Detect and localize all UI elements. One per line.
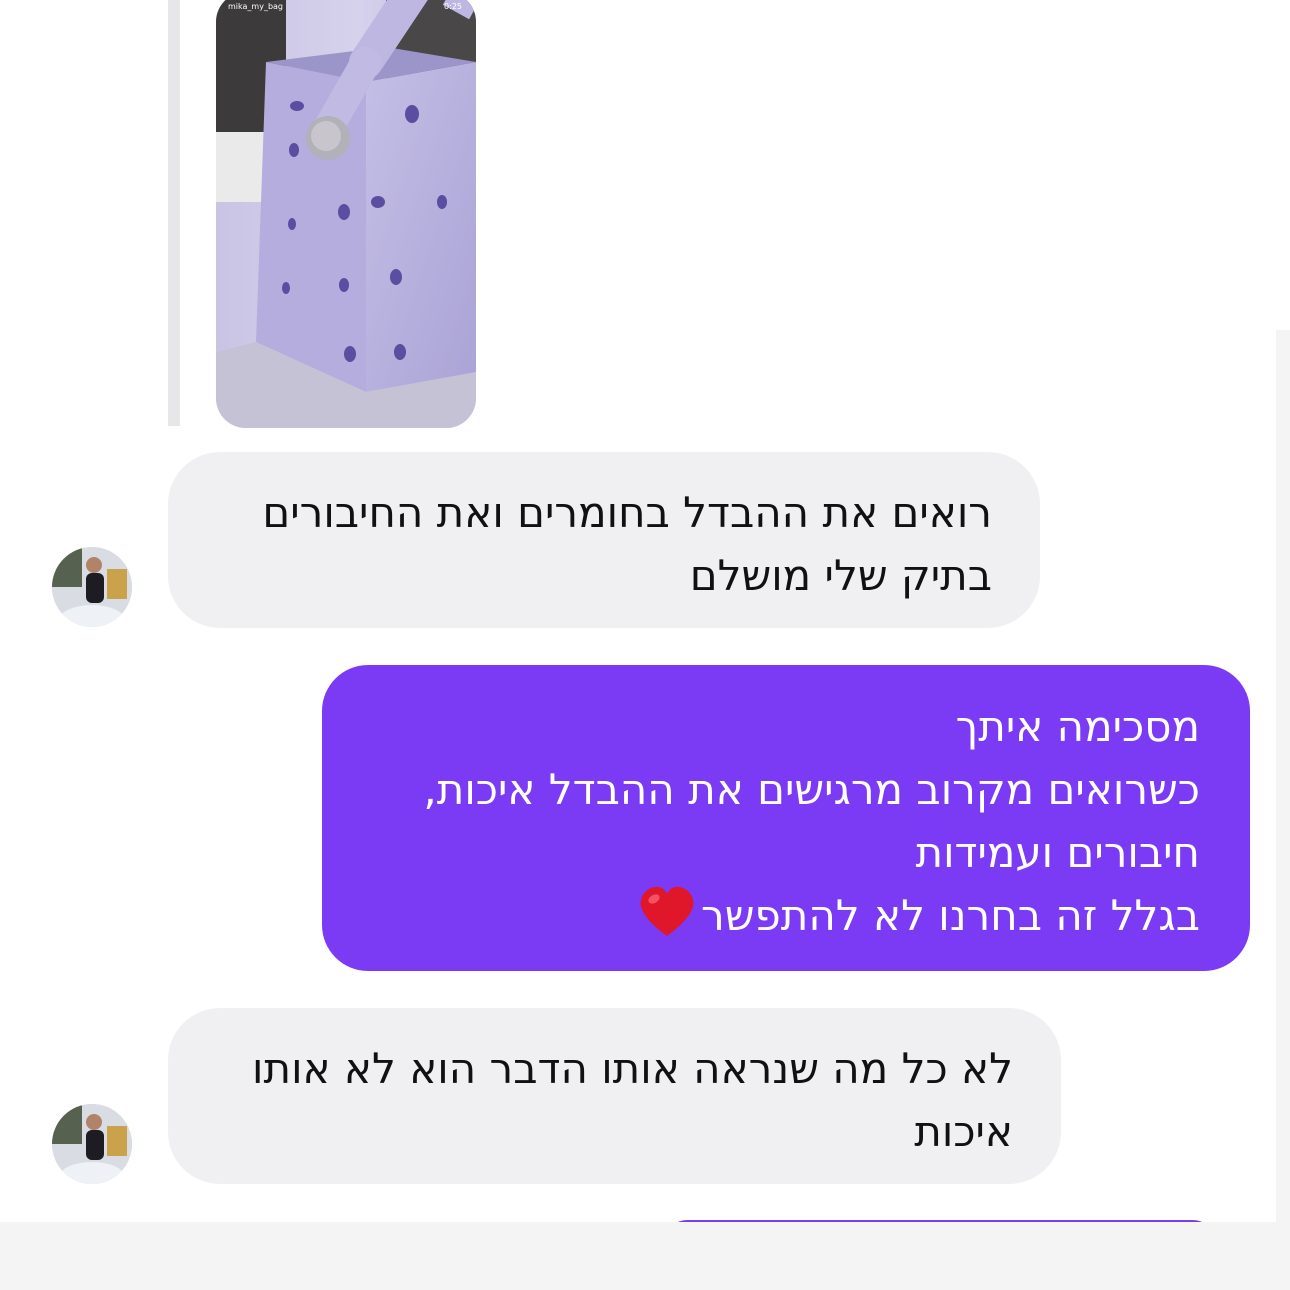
avatar-image — [52, 547, 132, 627]
message-text-line-with-emoji: בגלל זה בחרנו לא להתפשר — [352, 884, 1200, 955]
message-text-line: כשרואים מקרוב מרגישים את ההבדל איכות, — [423, 765, 1200, 814]
message-text-line: מסכימה איתך — [955, 702, 1200, 751]
incoming-message-bubble[interactable]: לא כל מה שנראה אותו הדבר הוא לא אותו איכ… — [168, 1008, 1061, 1184]
avatar-image — [52, 1104, 132, 1184]
story-timestamp: 0:25 — [444, 2, 462, 11]
message-text-line: לא כל מה שנראה אותו הדבר הוא לא אותו — [252, 1044, 1013, 1093]
message-text-line: בתיק שלי מושלם — [689, 551, 992, 600]
screen-edge — [1276, 330, 1290, 1222]
bag-photo — [216, 0, 476, 428]
sender-avatar[interactable] — [52, 547, 132, 627]
outgoing-message-bubble[interactable]: מסכימה איתך כשרואים מקרוב מרגישים את ההב… — [322, 665, 1250, 971]
red-heart-icon — [639, 886, 695, 955]
bottom-bar — [0, 1222, 1290, 1290]
message-text: בגלל זה בחרנו לא להתפשר — [701, 891, 1200, 940]
story-username: mika_my_bag — [228, 2, 283, 11]
sender-avatar[interactable] — [52, 1104, 132, 1184]
message-text-line: חיבורים ועמידות — [915, 828, 1200, 877]
message-text-line: איכות — [914, 1107, 1013, 1156]
incoming-message-bubble[interactable]: רואים את ההבדל בחומרים ואת החיבורים בתיק… — [168, 452, 1040, 628]
story-reply-thumbnail[interactable]: mika_my_bag 0:25 — [216, 0, 476, 428]
chat-thread: mika_my_bag 0:25 רואים את ההבדל בחומרים … — [0, 0, 1290, 1250]
message-text-line: רואים את ההבדל בחומרים ואת החיבורים — [262, 488, 992, 537]
story-reply-indicator — [168, 0, 180, 426]
